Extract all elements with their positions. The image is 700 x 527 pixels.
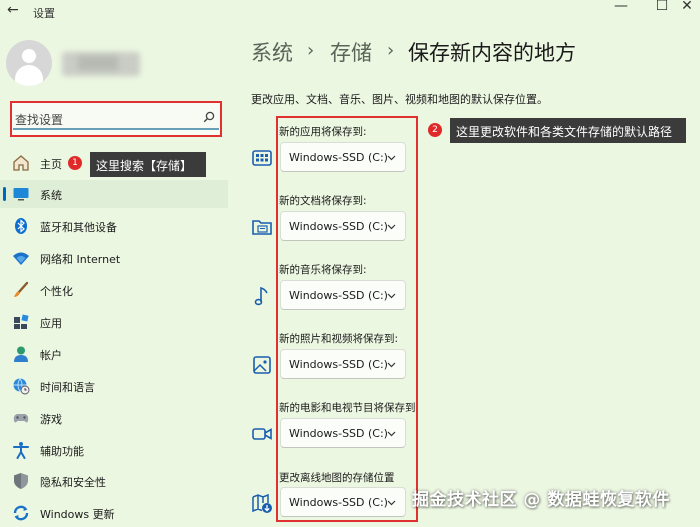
bluetooth-icon xyxy=(15,218,27,234)
breadcrumb-separator: › xyxy=(307,40,315,61)
app-window-icon xyxy=(252,150,272,166)
storage-annotation-callout: 这里更改软件和各类文件存储的默认路径 xyxy=(450,118,686,143)
home-icon xyxy=(13,155,29,171)
picture-icon xyxy=(253,356,271,374)
sidebar-item-label: 应用 xyxy=(40,317,62,330)
sidebar-item-label: Windows 更新 xyxy=(40,508,115,521)
globe-clock-icon xyxy=(13,378,30,395)
sidebar-item-bluetooth[interactable]: 蓝牙和其他设备 xyxy=(0,212,228,240)
breadcrumb-storage[interactable]: 存储 xyxy=(330,37,372,67)
back-button[interactable]: ← xyxy=(7,2,19,18)
sidebar-item-gaming[interactable]: 游戏 xyxy=(0,404,228,432)
brush-icon xyxy=(14,281,29,297)
sidebar-item-label: 系统 xyxy=(40,189,62,202)
video-camera-icon xyxy=(252,428,272,440)
sidebar-item-privacy[interactable]: 隐私和安全性 xyxy=(0,467,228,495)
annotation-badge-2: 2 xyxy=(428,123,442,137)
search-annotation-callout: 这里搜索【存储】 xyxy=(90,152,206,177)
wifi-icon xyxy=(13,252,29,265)
sidebar-item-label: 蓝牙和其他设备 xyxy=(40,221,117,234)
search-box[interactable]: 查找设置 xyxy=(10,101,222,137)
breadcrumb-system[interactable]: 系统 xyxy=(251,37,293,67)
sidebar-item-label: 游戏 xyxy=(40,413,62,426)
account-icon xyxy=(14,346,28,362)
sidebar-item-apps[interactable]: 应用 xyxy=(0,308,228,336)
sidebar-item-time-language[interactable]: 时间和语言 xyxy=(0,372,228,400)
shield-icon xyxy=(14,473,28,489)
sidebar-item-personalization[interactable]: 个性化 xyxy=(0,276,228,304)
system-icon xyxy=(13,188,29,201)
sidebar-item-system[interactable]: 系统 xyxy=(0,180,228,208)
minimize-button[interactable]: — xyxy=(606,0,636,14)
sidebar-item-label: 隐私和安全性 xyxy=(40,476,106,489)
map-download-icon xyxy=(252,493,272,513)
page-title: 保存新内容的地方 xyxy=(408,41,576,65)
sidebar-item-windows-update[interactable]: Windows 更新 xyxy=(0,499,228,527)
username-blurred-detail xyxy=(78,56,118,70)
app-title: 设置 xyxy=(33,7,55,20)
folder-document-icon xyxy=(252,220,272,235)
sidebar-item-label: 个性化 xyxy=(40,285,73,298)
sidebar-item-accounts[interactable]: 帐户 xyxy=(0,340,228,368)
sidebar-item-accessibility[interactable]: 辅助功能 xyxy=(0,436,228,464)
sidebar-item-label: 网络和 Internet xyxy=(40,253,121,266)
music-note-icon xyxy=(254,286,268,306)
gamepad-icon xyxy=(13,414,29,423)
annotation-badge-1: 1 xyxy=(68,156,82,170)
update-icon xyxy=(13,505,29,521)
close-button[interactable]: ✕ xyxy=(672,0,700,14)
apps-icon xyxy=(14,314,29,329)
sidebar-item-network[interactable]: 网络和 Internet xyxy=(0,244,228,272)
annotation-highlight-frame xyxy=(276,116,418,522)
watermark: 掘金技术社区 @ 数据蛙恢复软件 xyxy=(412,490,670,510)
search-icon[interactable] xyxy=(203,111,215,123)
page-description: 更改应用、文档、音乐、图片、视频和地图的默认保存位置。 xyxy=(251,93,548,106)
sidebar-item-label: 时间和语言 xyxy=(40,381,95,394)
sidebar-item-label: 辅助功能 xyxy=(40,445,84,458)
sidebar-item-label: 主页 xyxy=(40,158,62,171)
search-input[interactable]: 查找设置 xyxy=(15,111,63,128)
sidebar-item-label: 帐户 xyxy=(40,349,62,362)
avatar[interactable] xyxy=(6,40,52,86)
accessibility-icon xyxy=(13,442,29,459)
breadcrumb-separator: › xyxy=(387,40,395,61)
